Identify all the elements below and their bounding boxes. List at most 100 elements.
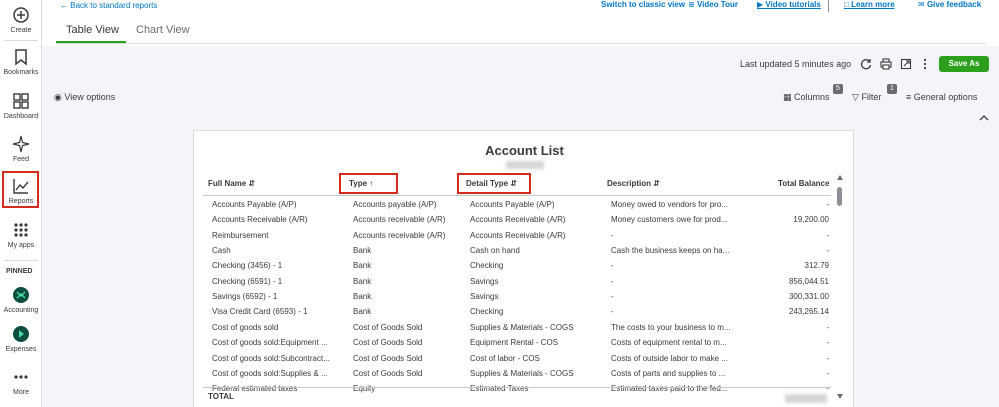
give-feedback-link[interactable]: ✉ Give feedback bbox=[918, 0, 981, 9]
cell-detail-type: Cost of labor - COS bbox=[470, 353, 540, 363]
cell-description: - bbox=[611, 230, 614, 240]
main-content: ← Back to standard reports Switch to cla… bbox=[42, 0, 999, 407]
video-camera-icon: ▶ bbox=[757, 0, 764, 9]
cell-description: Cash the business keeps on ha... bbox=[611, 246, 730, 256]
export-icon[interactable] bbox=[900, 58, 912, 70]
blurred-company-name bbox=[506, 161, 544, 169]
table-row[interactable]: Cost of goods sold Cost of Goods Sold Supp… bbox=[194, 321, 834, 336]
total-label: TOTAL bbox=[208, 392, 234, 401]
book-icon: □ bbox=[844, 0, 849, 9]
sparkle-icon bbox=[12, 135, 30, 153]
save-as-button[interactable]: Save As bbox=[939, 56, 989, 72]
sliders-icon: ≡ bbox=[906, 92, 912, 102]
table-row[interactable]: Visa Credit Card (6593) - 1 Bank Checking -… bbox=[194, 305, 834, 320]
bookmark-icon bbox=[15, 49, 27, 66]
table-row[interactable]: Accounts Payable (A/P) Accounts payable (… bbox=[194, 198, 834, 213]
print-icon[interactable] bbox=[880, 58, 892, 70]
sidebar-item-label: Dashboard bbox=[3, 113, 39, 120]
tab-chart-view[interactable]: Chart View bbox=[136, 22, 206, 44]
cell-full-name: Accounts Payable (A/P) bbox=[212, 200, 297, 209]
last-updated-text: Last updated 5 minutes ago bbox=[740, 59, 852, 69]
cell-total-balance: 856,044.51 bbox=[788, 276, 829, 286]
report-toolbar: Last updated 5 minutes ago Save As bbox=[42, 56, 999, 74]
sort-icon: ⇵ bbox=[653, 179, 660, 188]
cell-type: Bank bbox=[353, 276, 372, 286]
cell-full-name: Checking (6591) - 1 bbox=[212, 276, 283, 286]
arrow-left-icon: ← bbox=[60, 1, 68, 10]
cell-total-balance: - bbox=[826, 338, 829, 348]
switch-classic-view-link[interactable]: Switch to classic view bbox=[601, 0, 685, 9]
cell-detail-type: Supplies & Materials - COGS bbox=[470, 322, 574, 332]
cell-detail-type: Supplies & Materials - COGS bbox=[470, 368, 574, 378]
sidebar-item-feed[interactable]: Feed bbox=[0, 135, 42, 163]
sidebar-item-my-apps[interactable]: My apps bbox=[0, 221, 42, 249]
cell-full-name: Cost of goods sold:Subcontract... bbox=[212, 353, 330, 363]
cell-description: Money customers owe for prod... bbox=[611, 215, 728, 225]
cell-detail-type: Cash on hand bbox=[470, 246, 520, 256]
cell-detail-type: Equipment Rental - COS bbox=[470, 338, 559, 348]
cell-type: Cost of Goods Sold bbox=[353, 322, 423, 332]
cell-full-name: Accounts Receivable (A/R) bbox=[212, 215, 308, 225]
scrollbar-thumb[interactable] bbox=[837, 187, 842, 206]
column-header-description[interactable]: Description ⇵ bbox=[607, 179, 660, 188]
header-label: Full Name bbox=[208, 179, 247, 188]
cell-description: - bbox=[611, 261, 614, 271]
general-options-button[interactable]: ≡ General options bbox=[906, 92, 977, 102]
sidebar-item-expenses[interactable]: Expenses bbox=[0, 325, 42, 353]
cell-type: Bank bbox=[353, 307, 372, 317]
cell-total-balance: 243,265.14 bbox=[788, 307, 829, 317]
columns-count-badge: 5 bbox=[833, 84, 843, 94]
sidebar-item-accounting[interactable]: Accounting bbox=[0, 286, 42, 314]
cell-total-balance: - bbox=[826, 368, 829, 378]
view-options-label: View options bbox=[64, 92, 116, 102]
cell-full-name: Cost of goods sold:Equipment ... bbox=[212, 338, 328, 348]
sidebar-item-label: Accounting bbox=[3, 307, 39, 314]
sidebar-item-bookmarks[interactable]: Bookmarks bbox=[0, 48, 42, 76]
sidebar-item-create[interactable]: Create bbox=[0, 6, 42, 34]
learn-more-label: Learn more bbox=[851, 0, 895, 9]
cell-description: - bbox=[611, 307, 614, 317]
filter-button[interactable]: ▽ Filter bbox=[852, 92, 881, 103]
tab-table-view[interactable]: Table View bbox=[56, 22, 126, 44]
table-row[interactable]: Accounts Receivable (A/R) Accounts receiv… bbox=[194, 213, 834, 228]
report-header-bar: ← Back to standard reports Switch to cla… bbox=[42, 0, 999, 46]
cell-type: Bank bbox=[353, 246, 372, 256]
refresh-icon[interactable] bbox=[860, 58, 872, 70]
cell-type: Accounts payable (A/P) bbox=[353, 200, 437, 209]
learn-more-link[interactable]: □ Learn more bbox=[844, 0, 895, 9]
columns-button[interactable]: ▦ Columns bbox=[783, 92, 830, 103]
sidebar-item-dashboard[interactable]: Dashboard bbox=[0, 92, 42, 120]
table-row[interactable]: Cost of goods sold:Equipment ... Cost of … bbox=[194, 336, 834, 351]
video-tutorials-link[interactable]: ▶ Video tutorials bbox=[757, 0, 821, 9]
chevron-up-icon[interactable] bbox=[979, 114, 989, 122]
report-scrollbar[interactable] bbox=[836, 174, 844, 400]
cell-type: Bank bbox=[353, 261, 372, 271]
column-header-full-name[interactable]: Full Name ⇵ bbox=[208, 179, 255, 188]
back-to-reports-link[interactable]: ← Back to standard reports bbox=[60, 1, 157, 10]
table-row[interactable]: Cost of goods sold:Supplies & ... Cost of… bbox=[194, 367, 834, 382]
table-row[interactable]: Checking (3456) - 1 Bank Checking - 312.79 bbox=[194, 259, 834, 274]
table-row[interactable]: Savings (6592) - 1 Bank Savings - 300,331.00 bbox=[194, 290, 834, 305]
cell-description: Costs of equipment rental to m... bbox=[611, 338, 727, 348]
table-row[interactable]: Reimbursement Accounts receivable (A/R) Ac… bbox=[194, 229, 834, 244]
sidebar-item-more[interactable]: More bbox=[0, 368, 42, 396]
video-tutorials-label: Video tutorials bbox=[765, 0, 821, 9]
apps-grid-icon bbox=[14, 223, 28, 237]
column-header-total-balance[interactable]: Total Balance bbox=[778, 179, 829, 188]
table-row[interactable]: Cash Bank Cash on hand Cash the business ke… bbox=[194, 244, 834, 259]
back-link-label: Back to standard reports bbox=[70, 1, 158, 10]
total-row: TOTAL bbox=[203, 387, 831, 407]
table-row[interactable]: Checking (6591) - 1 Bank Savings - 856,044.5… bbox=[194, 275, 834, 290]
table-row[interactable]: Cost of goods sold:Subcontract... Cost of… bbox=[194, 352, 834, 367]
report-title: Account List bbox=[485, 143, 564, 158]
cell-full-name: Reimbursement bbox=[212, 230, 269, 240]
sort-icon: ⇵ bbox=[248, 179, 256, 188]
reports-highlight-box bbox=[2, 171, 39, 208]
cell-detail-type: Accounts Receivable (A/R) bbox=[470, 215, 566, 225]
detail-type-highlight-box bbox=[457, 173, 531, 194]
cell-total-balance: 300,331.00 bbox=[788, 292, 829, 302]
video-tour-link[interactable]: ≋ Video Tour bbox=[688, 0, 738, 9]
left-nav-sidebar: Create Bookmarks Dashboard Feed Reports … bbox=[0, 0, 42, 407]
more-vertical-icon[interactable] bbox=[919, 58, 931, 70]
view-options-toggle[interactable]: ◉ View options bbox=[54, 92, 115, 103]
